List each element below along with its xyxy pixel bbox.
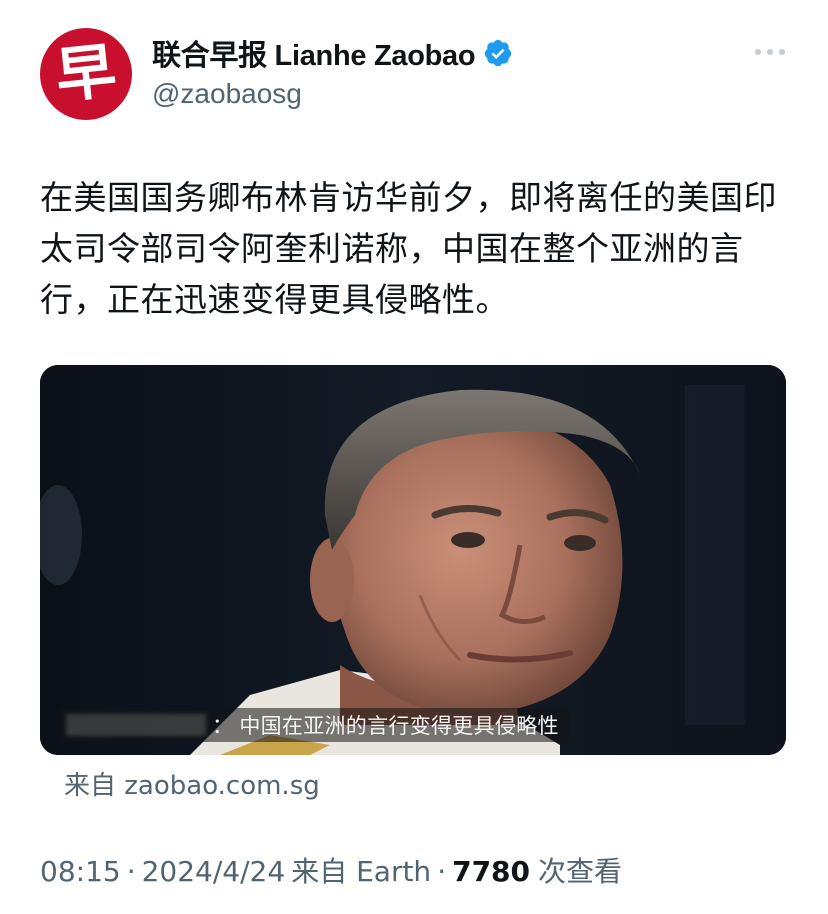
tweet-date[interactable]: 2024/4/24: [142, 855, 286, 888]
media-card[interactable]: ： 中国在亚洲的言行变得更具侵略性: [40, 365, 786, 755]
caption-redacted-block: [66, 714, 206, 736]
more-horizontal-icon[interactable]: [752, 42, 788, 62]
views-label: 次查看: [538, 855, 623, 888]
tweet-text: 在美国国务卿布林肯访华前夕，即将离任的美国印太司令部司令阿奎利诺称，中国在整个亚…: [40, 178, 777, 319]
display-name[interactable]: 联合早报 Lianhe Zaobao: [152, 32, 476, 74]
meta-separator: ·: [437, 855, 447, 888]
tweet-meta: 08:15 · 2024/4/24 来自 Earth · 7780 次查看: [40, 850, 622, 890]
meta-separator: ·: [126, 855, 136, 888]
avatar-logo-glyph: 早: [52, 36, 120, 112]
media-caption: ： 中国在亚洲的言行变得更具侵略性: [60, 708, 569, 742]
tweet-client: 来自 Earth: [291, 855, 432, 888]
tweet-time[interactable]: 08:15: [40, 855, 121, 888]
view-count[interactable]: 7780: [452, 855, 530, 888]
display-name-row[interactable]: 联合早报 Lianhe Zaobao: [152, 34, 513, 72]
card-source-link[interactable]: 来自 zaobao.com.sg: [64, 765, 320, 802]
account-handle[interactable]: @zaobaosg: [152, 78, 302, 110]
caption-text: 中国在亚洲的言行变得更具侵略性: [239, 714, 559, 738]
caption-separator: ：: [212, 714, 234, 738]
admiral-photo: [40, 365, 786, 755]
verified-badge-icon: [485, 39, 512, 67]
avatar[interactable]: 早: [40, 28, 132, 120]
